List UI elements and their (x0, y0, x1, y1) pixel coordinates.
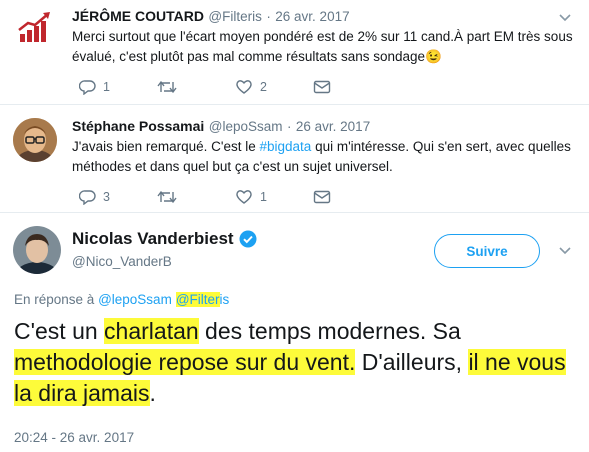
retweet-button[interactable] (157, 189, 235, 205)
tweet-date[interactable]: 26 avr. 2017 (296, 119, 370, 134)
message-button[interactable] (313, 80, 391, 94)
tweet-text: J'avais bien remarqué. C'est le #bigdata… (72, 137, 577, 177)
tweet-possamai: Stéphane Possamai @lepoSsam · 26 avr. 20… (0, 105, 589, 212)
chevron-down-icon[interactable] (558, 13, 572, 23)
text-segment: . (149, 380, 156, 406)
avatar-coutard[interactable] (14, 6, 56, 48)
heart-icon (236, 190, 252, 204)
reply-icon (79, 80, 96, 95)
tweet-actions: 3 1 (79, 189, 391, 205)
like-count: 2 (260, 80, 267, 94)
message-button[interactable] (313, 190, 391, 204)
retweet-icon (157, 80, 177, 94)
envelope-icon (313, 190, 331, 204)
like-button[interactable]: 2 (235, 79, 313, 95)
retweet-icon (157, 190, 177, 204)
avatar-possamai[interactable] (13, 118, 57, 162)
like-count: 1 (260, 190, 267, 204)
envelope-icon (313, 80, 331, 94)
reply-prefix: En réponse à (14, 292, 95, 307)
retweet-button[interactable] (157, 79, 235, 95)
text-segment: C'est un (14, 318, 105, 344)
separator: · (266, 9, 271, 24)
author-handle[interactable]: @Nico_VanderB (72, 254, 172, 269)
person-photo-icon (13, 226, 61, 274)
tweet-timestamp[interactable]: 20:24 - 26 avr. 2017 (14, 430, 134, 445)
author-name[interactable]: Stéphane Possamai (72, 118, 204, 134)
like-button[interactable]: 1 (235, 189, 313, 205)
reply-icon (79, 190, 96, 205)
mention-lepossam[interactable]: @lepoSsam (98, 292, 172, 307)
tweet-text: Merci surtout que l'écart moyen pondéré … (72, 27, 577, 67)
reply-context: En réponse à @lepoSsam @Filteris (14, 292, 229, 307)
follow-button[interactable]: Suivre (434, 234, 540, 268)
reply-button[interactable]: 3 (79, 189, 157, 205)
text-segment: des temps modernes. Sa (198, 318, 461, 344)
highlighted-text: methodologie repose sur du vent. (14, 349, 356, 375)
author-handle[interactable]: @Filteris (208, 9, 261, 24)
tweet-date[interactable]: 26 avr. 2017 (275, 9, 349, 24)
author-name[interactable]: Nicolas Vanderbiest (72, 229, 234, 249)
hashtag-link[interactable]: #bigdata (260, 139, 312, 154)
text-segment: D'ailleurs, (355, 349, 469, 375)
chart-logo-icon (18, 12, 50, 42)
tweet-text-body: Merci surtout que l'écart moyen pondéré … (72, 29, 573, 64)
person-photo-icon (13, 118, 57, 162)
tweet-text-start: J'avais bien remarqué. C'est le (72, 139, 260, 154)
avatar-vanderbiest[interactable] (13, 226, 61, 274)
author-handle[interactable]: @lepoSsam (209, 119, 283, 134)
mention-filteris[interactable]: @Filteris (175, 292, 230, 307)
mention-suffix: is (219, 292, 230, 307)
reply-count: 1 (103, 80, 110, 94)
divider (0, 212, 589, 213)
tweet-actions: 1 2 (79, 79, 391, 95)
tweet-coutard: JÉRÔME COUTARD @Filteris · 26 avr. 2017 … (0, 0, 589, 104)
verified-badge-icon (239, 230, 257, 248)
main-tweet-text: C'est un charlatan des temps modernes. S… (14, 316, 584, 409)
chevron-down-icon[interactable] (558, 246, 572, 256)
highlighted-text: charlatan (104, 318, 199, 344)
wink-emoji: 😉 (425, 49, 442, 64)
highlighted-mention: @Filter (175, 292, 220, 307)
author-name[interactable]: JÉRÔME COUTARD (72, 8, 204, 24)
reply-count: 3 (103, 190, 110, 204)
reply-button[interactable]: 1 (79, 79, 157, 95)
heart-icon (236, 80, 252, 94)
separator: · (286, 119, 292, 134)
